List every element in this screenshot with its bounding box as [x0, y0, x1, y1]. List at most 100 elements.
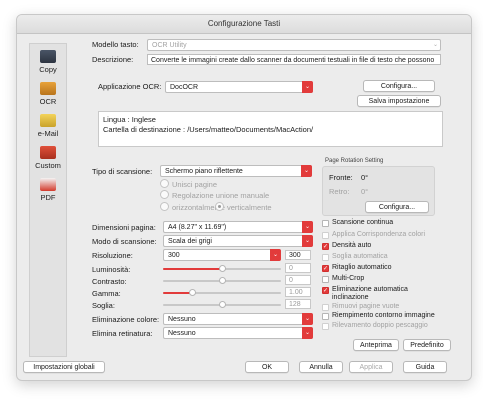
custom-icon — [40, 146, 56, 159]
option-checkbox[interactable]: ✓ — [322, 265, 329, 272]
sidebar-item-ocr[interactable]: OCR — [30, 82, 66, 106]
contrast-slider-knob[interactable] — [218, 277, 226, 284]
chevron-down-icon: ⌄ — [302, 81, 313, 93]
scan-type-value: Schermo piano riflettente — [165, 168, 243, 175]
rotation-title: Page Rotation Setting — [325, 158, 384, 164]
sidebar-item-label: Copy — [39, 65, 57, 74]
scan-mode-value: Scala dei grigi — [168, 238, 212, 245]
model-value: OCR Utility — [152, 42, 187, 49]
threshold-label: Soglia: — [92, 301, 115, 310]
ocr-configure-button[interactable]: Configura... — [363, 80, 435, 92]
gamma-slider-knob[interactable] — [189, 289, 196, 296]
global-settings-button[interactable]: Impostazioni globali — [23, 361, 105, 373]
screen-removal-label: Elimina retinatura: — [92, 329, 153, 338]
option-checkbox[interactable]: ✓ — [322, 287, 329, 294]
option-label: Eliminazione automatica inclinazione — [332, 286, 408, 301]
pdf-icon — [40, 178, 56, 191]
chevron-down-icon: ⌄ — [302, 313, 313, 325]
scan-type-select[interactable]: Schermo piano riflettente ⌄ — [160, 165, 312, 177]
merge-pages-label: Unisci pagine — [172, 180, 218, 189]
ocr-app-select[interactable]: DocOCR ⌄ — [165, 81, 313, 93]
ocr-app-label: Applicazione OCR: — [98, 82, 162, 91]
color-removal-value: Nessuno — [168, 316, 196, 323]
sidebar-item-email[interactable]: e-Mail — [30, 114, 66, 138]
vertical-label: verticalmente — [227, 203, 272, 212]
help-button[interactable]: Guida — [403, 361, 447, 373]
chevron-down-icon: ⌄ — [301, 165, 312, 177]
contrast-input[interactable]: 0 — [285, 275, 311, 285]
option-checkbox[interactable] — [322, 220, 329, 227]
scan-mode-select[interactable]: Scala dei grigi ⌄ — [163, 235, 313, 247]
resolution-input[interactable]: 300 — [285, 250, 311, 260]
model-label: Modello tasto: — [92, 40, 139, 49]
sidebar-item-label: PDF — [40, 193, 56, 202]
language-info: Lingua : Inglese — [103, 115, 156, 124]
apply-button[interactable]: Applica — [349, 361, 393, 373]
rotation-configure-button[interactable]: Configura... — [365, 201, 429, 213]
contrast-label: Contrasto: — [92, 277, 127, 286]
gamma-label: Gamma: — [92, 289, 121, 298]
description-label: Descrizione: — [92, 55, 134, 64]
threshold-slider-knob[interactable] — [218, 301, 226, 308]
defaults-button[interactable]: Predefinito — [403, 339, 451, 351]
resolution-label: Risoluzione: — [92, 251, 133, 260]
scan-mode-label: Modo di scansione: — [92, 237, 157, 246]
option-label: Ritaglio automatico — [332, 264, 392, 271]
option-label: Rimuovi pagine vuote — [332, 303, 400, 310]
model-select[interactable]: OCR Utility ⌄ — [147, 39, 441, 51]
threshold-slider-fill — [163, 304, 222, 306]
brightness-label: Luminosità: — [92, 265, 131, 274]
cancel-button[interactable]: Annulla — [299, 361, 343, 373]
merge-pages-checkbox[interactable] — [160, 179, 169, 188]
settings-window: Configurazione Tasti Copy OCR e-Mail Cus… — [16, 14, 472, 381]
resolution-select[interactable]: 300 ⌄ — [163, 249, 281, 261]
color-removal-label: Eliminazione colore: — [92, 315, 160, 324]
option-label: Applica Corrispondenza colori — [332, 231, 425, 238]
merge-manual-checkbox[interactable] — [160, 190, 169, 199]
color-removal-select[interactable]: Nessuno ⌄ — [163, 313, 313, 325]
chevron-down-icon: ⌄ — [302, 235, 313, 247]
contrast-slider-fill — [163, 280, 222, 282]
brightness-slider-fill — [163, 268, 222, 270]
threshold-slider[interactable] — [163, 301, 281, 308]
threshold-input[interactable]: 128 — [285, 299, 311, 309]
sidebar-item-label: Custom — [35, 161, 61, 170]
option-checkbox[interactable]: ✓ — [322, 243, 329, 250]
horizontal-radio[interactable] — [160, 202, 169, 211]
email-icon — [40, 114, 56, 127]
option-label: Scansione continua — [332, 219, 394, 226]
option-label: Soglia automatica — [332, 253, 388, 260]
sidebar-item-custom[interactable]: Custom — [30, 146, 66, 170]
gamma-slider[interactable] — [163, 289, 281, 296]
description-field[interactable]: Converte le immagini create dallo scanne… — [147, 54, 441, 65]
option-checkbox[interactable] — [322, 254, 329, 261]
brightness-slider-knob[interactable] — [218, 265, 226, 272]
ocr-info-panel: Lingua : Inglese Cartella di destinazion… — [98, 111, 443, 147]
front-value: 0° — [361, 173, 369, 182]
option-checkbox[interactable] — [322, 323, 329, 330]
ocr-icon — [40, 82, 56, 95]
ok-button[interactable]: OK — [245, 361, 289, 373]
gamma-input[interactable]: 1.00 — [285, 287, 311, 297]
ocr-app-value: DocOCR — [170, 84, 199, 91]
vertical-option[interactable]: verticalmente — [215, 202, 272, 212]
merge-manual-label: Regolazione unione manuale — [172, 191, 270, 200]
brightness-slider[interactable] — [163, 265, 281, 272]
page-size-value: A4 (8.27" x 11.69") — [168, 224, 227, 231]
preview-button[interactable]: Anteprima — [353, 339, 399, 351]
option-checkbox[interactable] — [322, 304, 329, 311]
option-checkbox[interactable] — [322, 313, 329, 320]
sidebar-item-pdf[interactable]: PDF — [30, 178, 66, 202]
brightness-input[interactable]: 0 — [285, 263, 311, 273]
sidebar: Copy OCR e-Mail Custom PDF — [29, 43, 67, 357]
page-size-select[interactable]: A4 (8.27" x 11.69") ⌄ — [163, 221, 313, 233]
option-checkbox[interactable] — [322, 276, 329, 283]
option-checkbox[interactable] — [322, 232, 329, 239]
option-label: Densità auto — [332, 242, 372, 249]
screen-removal-select[interactable]: Nessuno ⌄ — [163, 327, 313, 339]
scan-type-label: Tipo di scansione: — [92, 167, 153, 176]
contrast-slider[interactable] — [163, 277, 281, 284]
save-setting-button[interactable]: Salva impostazione — [357, 95, 441, 107]
vertical-radio[interactable] — [215, 202, 224, 211]
sidebar-item-copy[interactable]: Copy — [30, 50, 66, 74]
